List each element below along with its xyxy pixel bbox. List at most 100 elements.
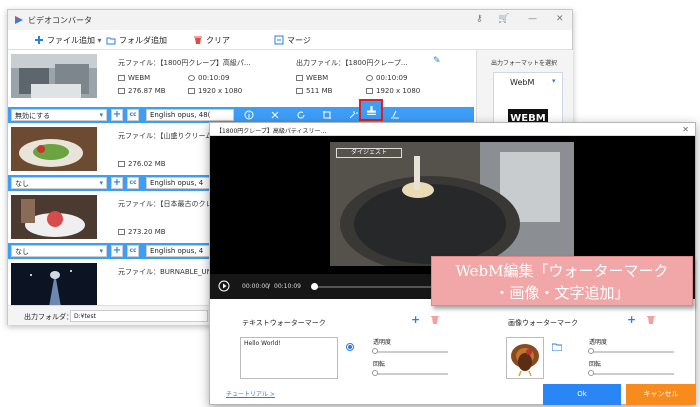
clear-label: クリア (206, 36, 230, 45)
time-separator: / (268, 283, 271, 290)
audio-select[interactable]: English opus, 48( (146, 109, 234, 121)
rotate-icon[interactable] (296, 110, 306, 120)
resolution-value: 1920 x 1080 (188, 87, 242, 95)
add-image-plus-icon[interactable]: + (627, 313, 636, 326)
cc-button[interactable]: cc (127, 109, 139, 121)
watermark-text-input[interactable]: Hello World! (240, 337, 338, 379)
format-icon (296, 75, 303, 81)
watermark-text-box[interactable]: ダイジェスト (336, 148, 402, 158)
size-value: 273.20 MB (118, 228, 166, 236)
effects-icon[interactable] (348, 110, 358, 120)
format-value: WEBM (118, 74, 150, 82)
duration-value: 00:10:09 (188, 74, 229, 82)
minimize-button[interactable]: — (528, 14, 537, 24)
output-folder-label: 出力フォルダ： (24, 313, 73, 321)
image-opacity-knob[interactable] (588, 348, 594, 354)
thumbnail-image (11, 195, 97, 239)
source-name: 元ファイル：【1800円クレープ】高級パ... (118, 59, 251, 67)
add-text-plus-icon[interactable]: + (411, 313, 420, 326)
app-title: ビデオコンバータ (28, 16, 92, 25)
text-opacity-knob[interactable] (372, 348, 378, 354)
delete-text-trash-icon[interactable] (431, 315, 439, 324)
video-thumbnail[interactable] (11, 263, 97, 307)
delete-image-trash-icon[interactable] (647, 315, 655, 324)
image-opacity-slider[interactable] (590, 351, 674, 353)
add-subtitle-button[interactable]: + (111, 177, 123, 189)
trash-icon (194, 36, 202, 44)
annotation-line-1: WebM編集「ウォーターマーク (455, 262, 669, 280)
video-preview[interactable]: ダイジェスト (210, 136, 695, 274)
resolution-icon (188, 88, 195, 94)
video-thumbnail[interactable] (11, 195, 97, 239)
cancel-button[interactable]: キャンセル (626, 384, 696, 405)
cut-icon[interactable] (270, 110, 280, 120)
dialog-close-icon[interactable]: ✕ (682, 125, 689, 134)
image-rotation-slider[interactable] (590, 373, 674, 375)
add-folder-label: フォルダ追加 (119, 36, 167, 45)
clear-button[interactable]: クリア (193, 35, 230, 46)
output-name: 出力ファイル：【1800円クレープ... (296, 59, 408, 67)
text-watermark-title: テキストウォーターマーク (242, 319, 326, 327)
time-total: 00:10:09 (274, 283, 301, 290)
add-file-label: ファイル追加 (47, 36, 95, 45)
titlebar: ビデオコンバータ ⚷ 🛒 — ✕ (8, 10, 572, 30)
thumbnail-image (11, 54, 97, 98)
subtitle-select[interactable]: なし ▾ (11, 177, 107, 189)
format-panel-title: 出力フォーマットを選択 (491, 60, 558, 67)
text-rotation-slider[interactable] (374, 373, 448, 375)
seek-bar[interactable] (313, 286, 433, 288)
video-thumbnail[interactable] (11, 127, 97, 171)
thumbnail-image (11, 263, 97, 307)
size-value: 276.87 MB (118, 87, 166, 95)
chevron-down-icon: ▾ (552, 77, 556, 85)
clock-icon (188, 75, 195, 81)
dialog-title: 【1800円クレープ】高級パティスリー... (216, 128, 327, 135)
file-icon (118, 88, 125, 94)
video-thumbnail[interactable] (11, 54, 97, 98)
info-icon[interactable] (244, 110, 254, 120)
add-file-button[interactable]: ファイル追加 ▾ (34, 35, 102, 46)
watermark-stamp-icon (367, 106, 376, 115)
text-opacity-label: 透明度 (373, 339, 392, 346)
annotation-callout: WebM編集「ウォーターマーク ・画像・文字追加」 (431, 256, 693, 306)
key-icon[interactable]: ⚷ (476, 14, 483, 24)
cc-button[interactable]: cc (127, 245, 139, 257)
subtitle-select[interactable]: 無効にする ▾ (11, 109, 107, 121)
merge-icon (274, 35, 284, 45)
watermark-image-thumbnail[interactable] (506, 337, 544, 379)
cart-icon[interactable]: 🛒 (498, 14, 509, 24)
format-icon (118, 75, 125, 81)
add-subtitle-button[interactable]: + (111, 245, 123, 257)
edit-pencil-icon[interactable]: ✎ (433, 56, 441, 66)
cc-button[interactable]: cc (127, 177, 139, 189)
folder-icon[interactable] (552, 343, 562, 351)
clock-icon (366, 75, 373, 81)
add-subtitle-button[interactable]: + (111, 109, 123, 121)
image-watermark-title: 画像ウォーターマーク (508, 319, 578, 327)
out-resolution-value: 1920 x 1080 (366, 87, 420, 95)
size-value: 276.02 MB (118, 160, 166, 168)
seek-knob[interactable] (311, 283, 318, 290)
merge-button[interactable]: マージ (274, 35, 311, 46)
crop-icon[interactable] (322, 110, 332, 120)
file-icon (296, 88, 303, 94)
toolbar: ファイル追加 ▾ フォルダ追加 クリア マージ (8, 30, 572, 50)
image-rotation-knob[interactable] (588, 370, 594, 376)
subtitle-select[interactable]: なし ▾ (11, 245, 107, 257)
ok-button[interactable]: Ok (543, 384, 621, 405)
play-icon[interactable] (218, 280, 230, 292)
close-button[interactable]: ✕ (556, 14, 564, 24)
tutorial-link[interactable]: チュートリアル > (226, 389, 275, 398)
add-folder-button[interactable]: フォルダ追加 (106, 35, 167, 46)
app-logo-icon (15, 16, 23, 24)
annotation-line-2: ・画像・文字追加」 (494, 284, 630, 302)
file-item[interactable]: 元ファイル：【1800円クレープ】高級パ... WEBM 00:10:09 27… (8, 50, 474, 98)
file-icon (118, 229, 125, 235)
out-format-value: WEBM (296, 74, 328, 82)
text-opacity-slider[interactable] (374, 351, 448, 353)
radio-selected-icon[interactable] (346, 343, 354, 351)
output-folder-field[interactable]: D:¥test (70, 310, 208, 322)
time-current: 00:00:00 (242, 283, 269, 290)
text-rotation-knob[interactable] (372, 370, 378, 376)
dialog-titlebar: 【1800円クレープ】高級パティスリー... ✕ (210, 123, 695, 136)
